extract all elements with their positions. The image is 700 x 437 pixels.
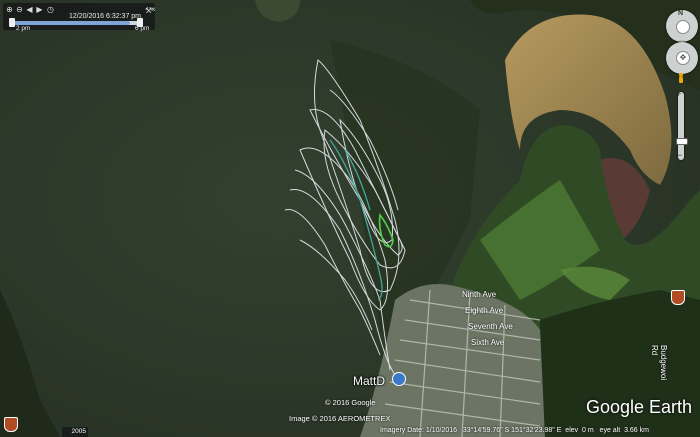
navigation-ring-center[interactable] — [676, 20, 690, 34]
satellite-map[interactable] — [0, 0, 700, 437]
look-joystick-icon[interactable]: ✥ — [666, 42, 698, 74]
time-slider-fill — [13, 21, 130, 25]
close-icon[interactable]: × — [151, 5, 156, 14]
time-slider-datetime: 12/20/2016 6:32:37 pm — [69, 13, 142, 20]
clock-icon[interactable]: ◷ — [46, 6, 55, 14]
google-copyright: © 2016 Google — [325, 398, 376, 407]
compass-icon[interactable]: N — [666, 10, 698, 42]
north-indicator: N — [678, 10, 684, 17]
street-label-sixth-ave: Sixth Ave — [471, 338, 505, 347]
eye-alt-label: eye alt — [599, 427, 621, 434]
time-slider-track[interactable] — [13, 21, 143, 25]
elevation-value: 0 m — [582, 427, 594, 434]
step-back-icon[interactable]: ◀ — [25, 6, 34, 14]
placemark-label[interactable]: MattD — [353, 374, 385, 388]
time-slider-start-handle[interactable] — [9, 18, 15, 27]
hand-icon[interactable]: ✥ — [676, 51, 690, 65]
time-slider[interactable]: ⊕ ⊖ ◀ ▶ ◷ 12/20/2016 6:32:37 pm ⚒ × 2 pm… — [3, 3, 156, 32]
google-earth-logo: Google Earth — [586, 397, 693, 417]
zoom-slider-icon[interactable]: + − — [676, 89, 688, 160]
zoom-in-time-icon[interactable]: ⊕ — [5, 6, 14, 14]
time-start-label: 2 pm — [16, 25, 31, 32]
placemark-pin-icon[interactable] — [392, 372, 406, 386]
elevation-label: elev — [565, 427, 579, 434]
street-label-budgewoi-rd: Budgewoi Rd — [650, 345, 668, 381]
image-credit: Image © 2016 AEROMETREX — [289, 414, 391, 423]
eye-alt-value: 3.66 km — [624, 427, 649, 434]
street-label-eighth-ave: Eighth Ave — [465, 306, 504, 315]
zoom-in-icon[interactable]: + — [676, 89, 681, 99]
road-shield-icon — [4, 417, 18, 432]
step-forward-icon[interactable]: ▶ — [35, 6, 44, 14]
coordinates: 33°14'59.76" S 151°32'23.98" E — [462, 427, 562, 434]
zoom-slider-thumb[interactable] — [676, 138, 688, 145]
street-label-seventh-ave: Seventh Ave — [468, 322, 513, 331]
zoom-out-time-icon[interactable]: ⊖ — [15, 6, 24, 14]
pegman-icon[interactable] — [677, 73, 685, 85]
imagery-date: Imagery Date: 1/10/2016 — [380, 427, 458, 434]
historical-imagery-year[interactable]: 2005 — [62, 427, 88, 437]
status-bar: Imagery Date: 1/10/2016 33°14'59.76" S 1… — [380, 427, 649, 434]
time-end-label: 6 pm — [135, 25, 150, 32]
road-shield-icon — [671, 290, 685, 305]
zoom-out-icon[interactable]: − — [677, 150, 682, 160]
street-label-ninth-ave: Ninth Ave — [462, 290, 497, 299]
